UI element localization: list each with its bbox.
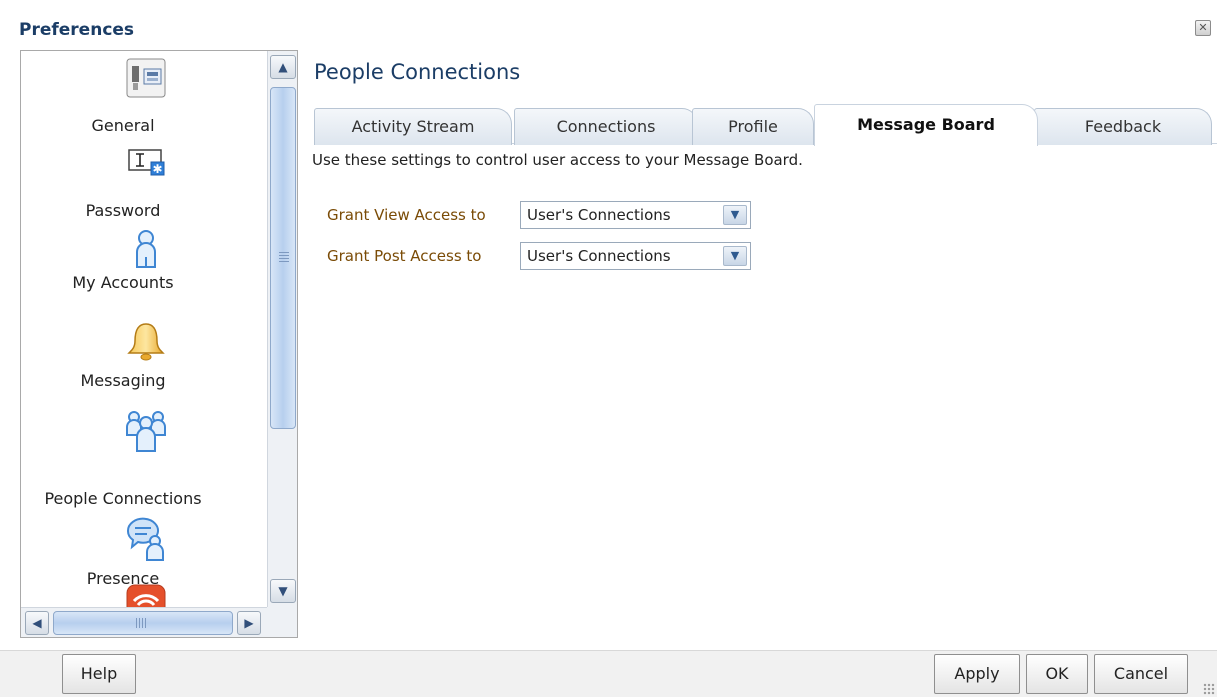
dialog-title: Preferences [19,20,135,40]
nav-item-people-connections[interactable]: People Connections [21,409,267,508]
my-accounts-icon [125,229,167,271]
scroll-up-button[interactable]: ▲ [270,55,296,79]
feed-icon [125,583,167,607]
grip-icon [279,252,289,262]
dialog-titlebar: Preferences ✕ [0,0,1217,44]
nav-item-general[interactable]: General [21,57,267,141]
nav-horizontal-scrollbar[interactable]: ◀ ▶ [21,607,267,637]
grant-post-access-row: Grant Post Access to User's Connections … [327,242,757,270]
section-title: People Connections [314,60,521,84]
grant-post-access-label: Grant Post Access to [327,247,482,265]
grant-view-access-label: Grant View Access to [327,206,486,224]
select-value: User's Connections [527,247,671,265]
password-icon: ✱ [125,143,167,185]
scrollbar-corner [267,607,297,637]
resize-grip-icon[interactable] [1203,683,1215,695]
grant-post-access-select[interactable]: User's Connections ▼ [520,242,751,270]
tab-bar: Activity Stream Connections Profile Mess… [314,104,1217,146]
apply-button[interactable]: Apply [934,654,1020,694]
presence-icon [123,515,169,561]
grant-view-access-row: Grant View Access to User's Connections … [327,201,757,229]
select-value: User's Connections [527,206,671,224]
nav-item-label: Messaging [80,371,166,390]
nav-item-label: People Connections [44,489,202,508]
nav-item-messaging[interactable]: Messaging [21,321,267,405]
preferences-nav-panel: General ✱ Password My Accounts Messaging… [20,50,298,638]
nav-item-label: General [91,116,155,135]
nav-item-my-accounts[interactable]: My Accounts [21,229,267,313]
svg-text:✱: ✱ [152,162,162,176]
chevron-down-icon[interactable]: ▼ [723,246,747,266]
tab-message-board[interactable]: Message Board [814,104,1038,146]
grant-view-access-select[interactable]: User's Connections ▼ [520,201,751,229]
cancel-button[interactable]: Cancel [1094,654,1188,694]
nav-list: General ✱ Password My Accounts Messaging… [21,51,267,607]
help-button[interactable]: Help [62,654,136,694]
close-icon[interactable]: ✕ [1195,20,1211,36]
tab-activity-stream[interactable]: Activity Stream [314,108,512,145]
nav-item-label: My Accounts [72,273,174,292]
bell-icon [125,321,167,363]
nav-item-password[interactable]: ✱ Password [21,143,267,227]
tab-connections[interactable]: Connections [514,108,698,145]
nav-vertical-scrollbar[interactable]: ▲ ▼ [267,51,297,607]
settings-description: Use these settings to control user acces… [312,151,803,169]
tab-feedback[interactable]: Feedback [1034,108,1212,145]
chevron-down-icon[interactable]: ▼ [723,205,747,225]
dialog-footer: Help Apply OK Cancel [0,650,1217,697]
tab-profile[interactable]: Profile [692,108,814,145]
ok-button[interactable]: OK [1026,654,1088,694]
general-icon [125,57,167,99]
scroll-left-button[interactable]: ◀ [25,611,49,635]
nav-item-label: Password [85,201,161,220]
vertical-scroll-thumb[interactable] [270,87,296,429]
nav-item-feed[interactable] [21,581,267,607]
scroll-down-button[interactable]: ▼ [270,579,296,603]
people-connections-icon [121,409,171,452]
horizontal-scroll-thumb[interactable] [53,611,233,635]
grip-icon [136,618,148,628]
scroll-right-button[interactable]: ▶ [237,611,261,635]
